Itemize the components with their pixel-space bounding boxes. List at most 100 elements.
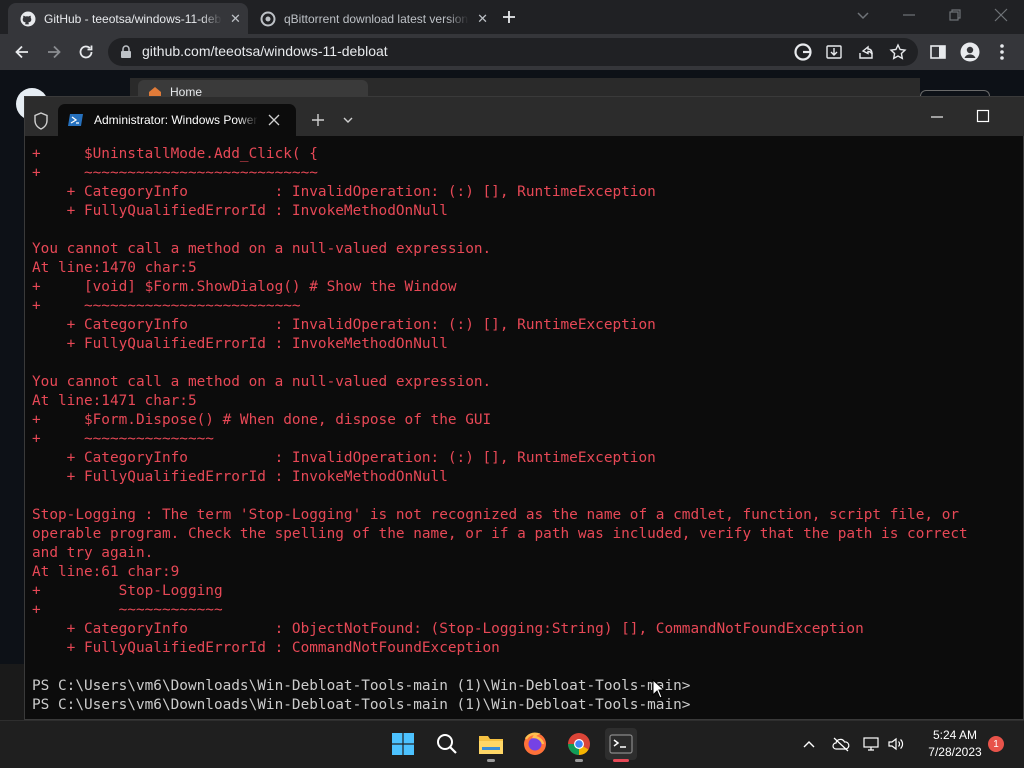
terminal-taskbar-button[interactable]: [605, 728, 637, 760]
terminal-line: + ~~~~~~~~~~~~~~~: [32, 431, 214, 447]
terminal-line: PS C:\Users\vm6\Downloads\Win-Debloat-To…: [32, 697, 691, 713]
terminal-line: + [void] $Form.ShowDialog() # Show the W…: [32, 279, 457, 295]
powershell-icon: [68, 112, 84, 128]
terminal-line: + ~~~~~~~~~~~~~~~~~~~~~~~~~~~: [32, 165, 318, 181]
chevron-up-icon: [802, 737, 816, 751]
terminal-line: Stop-Logging : The term 'Stop-Logging' i…: [32, 507, 960, 523]
firefox-button[interactable]: [519, 728, 551, 760]
github-icon: [20, 11, 36, 27]
clock-date[interactable]: 7/28/2023: [916, 745, 994, 759]
search-icon: [436, 733, 458, 755]
terminal-line: At line:1470 char:5: [32, 260, 197, 276]
browser-minimize-button[interactable]: [902, 8, 916, 22]
terminal-line: + CategoryInfo : InvalidOperation: (:) […: [32, 317, 656, 333]
google-icon: [794, 43, 812, 61]
tab-search-button[interactable]: [856, 8, 870, 22]
bookmark-button[interactable]: [889, 43, 907, 61]
windows-start-icon: [392, 733, 414, 755]
onedrive-button[interactable]: [832, 736, 850, 752]
sidepanel-icon: [929, 43, 947, 61]
terminal-line: You cannot call a method on a null-value…: [32, 374, 492, 390]
background-page-element: [0, 664, 24, 720]
network-button[interactable]: [862, 736, 880, 752]
install-app-button[interactable]: [825, 43, 843, 61]
new-tab-button[interactable]: [500, 8, 518, 26]
browser-tab-github[interactable]: GitHub - teeotsa/windows-11-debloat ✕: [8, 3, 248, 34]
reload-icon: [77, 43, 95, 61]
restore-icon: [948, 8, 962, 22]
plus-icon: [310, 112, 326, 128]
close-icon: [994, 8, 1008, 22]
running-indicator: [487, 759, 495, 762]
browser-close-button[interactable]: [994, 8, 1008, 22]
cloud-off-icon: [832, 736, 850, 752]
profile-button[interactable]: [960, 42, 980, 62]
terminal-tab-title: Administrator: Windows PowerShell: [94, 113, 258, 127]
browser-menu-button[interactable]: [999, 43, 1005, 61]
terminal-line: + Stop-Logging: [32, 583, 223, 599]
file-explorer-button[interactable]: [475, 728, 507, 760]
menu-icon: [999, 43, 1005, 61]
windows-start-button[interactable]: [387, 728, 419, 760]
taskbar-search-button[interactable]: [431, 728, 463, 760]
browser-tab-title: qBittorrent download latest version: [284, 11, 469, 26]
notification-badge[interactable]: 1: [988, 736, 1004, 752]
share-icon: [857, 43, 875, 61]
browser-restore-button[interactable]: [948, 8, 962, 22]
download-icon: [825, 43, 843, 61]
forward-button[interactable]: [45, 43, 63, 61]
volume-icon: [887, 736, 905, 752]
terminal-line: + $Form.Dispose() # When done, dispose o…: [32, 412, 492, 428]
network-icon: [862, 736, 880, 752]
terminal-line: You cannot call a method on a null-value…: [32, 241, 492, 257]
star-icon: [889, 43, 907, 61]
back-icon: [13, 43, 31, 61]
google-lens-button[interactable]: [794, 43, 812, 61]
mouse-cursor-icon: [652, 679, 666, 699]
terminal-dropdown-button[interactable]: [342, 114, 354, 126]
admin-shield-icon: [33, 112, 49, 130]
side-panel-button[interactable]: [929, 43, 947, 61]
lock-icon[interactable]: [120, 45, 132, 59]
chrome-icon: [567, 732, 591, 756]
reload-button[interactable]: [77, 43, 95, 61]
close-tab-icon[interactable]: ✕: [477, 11, 488, 27]
terminal-line: + FullyQualifiedErrorId : CommandNotFoun…: [32, 640, 500, 656]
forward-icon: [45, 43, 63, 61]
back-button[interactable]: [13, 43, 31, 61]
close-tab-icon[interactable]: [268, 114, 280, 126]
volume-button[interactable]: [887, 736, 905, 752]
qbittorrent-icon: [260, 11, 276, 27]
terminal-line: + CategoryInfo : InvalidOperation: (:) […: [32, 450, 656, 466]
terminal-output[interactable]: + $UninstallMode.Add_Click( { + ~~~~~~~~~…: [32, 145, 1020, 715]
file-explorer-icon: [478, 733, 504, 755]
browser-tab-title: GitHub - teeotsa/windows-11-debloat: [44, 11, 222, 26]
browser-tab-qbittorrent[interactable]: qBittorrent download latest version ✕: [248, 3, 488, 34]
maximize-icon: [976, 109, 990, 123]
plus-icon: [500, 8, 518, 26]
terminal-icon: [609, 734, 633, 754]
terminal-line: PS C:\Users\vm6\Downloads\Win-Debloat-To…: [32, 678, 691, 694]
terminal-line: + FullyQualifiedErrorId : InvokeMethodOn…: [32, 203, 448, 219]
terminal-minimize-button[interactable]: [930, 110, 944, 124]
address-bar-url[interactable]: github.com/teeotsa/windows-11-debloat: [142, 43, 388, 59]
terminal-line: + $UninstallMode.Add_Click( {: [32, 146, 318, 162]
running-indicator: [575, 759, 583, 762]
firefox-icon: [523, 732, 547, 756]
terminal-tab[interactable]: Administrator: Windows PowerShell: [58, 104, 296, 136]
share-button[interactable]: [857, 43, 875, 61]
terminal-line: and try again.: [32, 545, 154, 561]
close-tab-icon[interactable]: ✕: [230, 11, 241, 27]
chrome-button[interactable]: [563, 728, 595, 760]
terminal-line: + CategoryInfo : ObjectNotFound: (Stop-L…: [32, 621, 864, 637]
terminal-maximize-button[interactable]: [976, 109, 990, 123]
show-hidden-icons-button[interactable]: [802, 737, 816, 751]
chevron-down-icon: [856, 8, 870, 22]
clock-time[interactable]: 5:24 AM: [920, 728, 990, 742]
new-terminal-tab-button[interactable]: [310, 112, 326, 128]
terminal-line: At line:61 char:9: [32, 564, 180, 580]
minimize-icon: [930, 110, 944, 124]
